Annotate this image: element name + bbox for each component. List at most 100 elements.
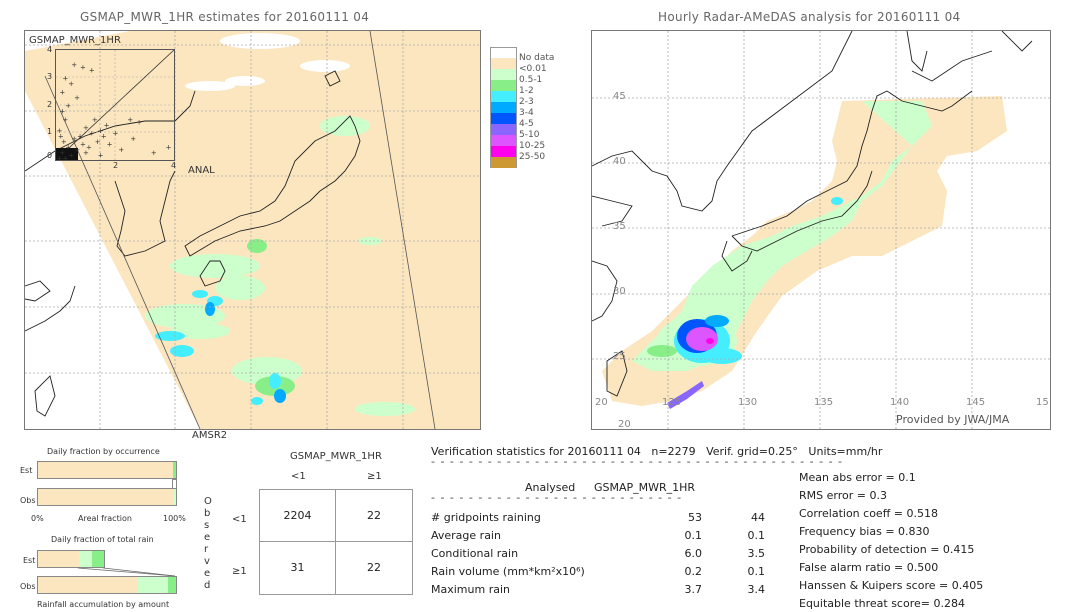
- scatter-ytick-2: 2: [47, 100, 53, 109]
- contingency-table: 2204 22 31 22: [259, 489, 413, 595]
- radar-map-canvas: [592, 31, 1050, 429]
- contingency-cell-hits-none: 2204: [260, 490, 336, 542]
- score-line: False alarm ratio = 0.500: [799, 561, 939, 574]
- contingency-col-lt1: <1: [291, 471, 306, 482]
- colorbar-swatch: [490, 146, 517, 157]
- stats-row-est: 3.5: [747, 547, 766, 560]
- scatter-point: +: [77, 132, 83, 140]
- scatter-point: +: [118, 146, 124, 154]
- scatter-point: +: [74, 94, 80, 102]
- contingency-cell-false-alarm: 22: [336, 490, 412, 542]
- data-credit: Provided by JWA/JMA: [896, 413, 1010, 426]
- lon-tick-125: 125: [662, 397, 682, 408]
- contingency-cell-hit: 22: [367, 561, 381, 574]
- scatter-point: +: [104, 121, 110, 129]
- scatter-xtick-4: 4: [171, 161, 177, 170]
- observed-axis-label: Observed: [204, 496, 212, 591]
- colorbar-swatch: [490, 80, 517, 91]
- scatter-point: +: [62, 116, 68, 124]
- occurrence-xtick-100: 100%: [163, 514, 186, 523]
- stats-row-label: Maximum rain: [431, 583, 510, 596]
- scatter-point: +: [98, 152, 104, 160]
- colorbar-label: 25-50: [519, 152, 546, 162]
- scatter-point: +: [92, 116, 98, 124]
- lon-tick-130: 130: [738, 397, 758, 408]
- stats-row-est: 0.1: [747, 565, 766, 578]
- lon-tick-140: 140: [890, 397, 910, 408]
- scatter-point: +: [65, 102, 71, 110]
- scatter-point: +: [89, 130, 95, 138]
- total-rain-xlabel: Rainfall accumulation by amount: [37, 600, 170, 609]
- scatter-point: +: [127, 116, 133, 124]
- scatter-plot: ++++++++++++++++++++++++ + +++++ + ++++++++ +: [56, 50, 174, 160]
- lon-tick-145: 145: [966, 397, 986, 408]
- scatter-point: +: [59, 88, 65, 96]
- total-rain-title: Daily fraction of total rain: [51, 535, 154, 544]
- scatter-point: +: [166, 143, 172, 151]
- colorbar-legend: No data <0.01 0.5-1 1-2 2-3 3-4 4-5 5-10 10-25 25…: [490, 47, 570, 177]
- colorbar-label: No data: [519, 53, 555, 63]
- scatter-point: +: [89, 66, 95, 74]
- colorbar-label: <0.01: [519, 64, 547, 74]
- scatter-xlabel: ANAL: [188, 165, 215, 176]
- occurrence-obs-bar: [37, 488, 177, 506]
- score-line: Correlation coeff = 0.518: [799, 507, 938, 520]
- occurrence-obs-seg-light: [173, 489, 176, 505]
- scatter-point: +: [130, 135, 136, 143]
- colorbar-swatch: [490, 113, 517, 124]
- contingency-cell-miss: 31: [260, 542, 336, 594]
- occurrence-est-label: Est: [20, 466, 33, 475]
- colorbar-swatch: [490, 91, 517, 102]
- occurrence-xtick-0: 0%: [31, 514, 44, 523]
- colorbar-swatch: [490, 124, 517, 135]
- colorbar-label: 1-2: [519, 86, 534, 96]
- stats-row-label: Average rain: [431, 529, 501, 542]
- lat-tick-45: 45: [613, 91, 626, 102]
- scatter-point: +: [113, 130, 119, 138]
- right-map-title: Hourly Radar-AMeDAS analysis for 2016011…: [658, 10, 961, 24]
- occurrence-est-seg-light: [173, 462, 176, 478]
- score-line: RMS error = 0.3: [799, 489, 887, 502]
- colorbar-swatch: [490, 102, 517, 113]
- scatter-point: +: [83, 149, 89, 157]
- radar-rain-areas: [602, 96, 1007, 409]
- scatter-inset: + + + + + + + + + + + + + + + + + + + + + + + + + + + + + + + + + + + + + + + +: [55, 49, 175, 161]
- stats-row-est: 0.1: [747, 529, 766, 542]
- stats-row-analysed: 0.1: [684, 529, 703, 542]
- scatter-point: +: [136, 119, 142, 127]
- stats-row-analysed: 3.7: [684, 583, 703, 596]
- colorbar-swatch: [490, 135, 517, 146]
- occurrence-title: Daily fraction by occurrence: [47, 447, 160, 456]
- contingency-row-lt1: <1: [232, 514, 247, 525]
- colorbar-swatch: [490, 69, 517, 80]
- stats-row-est: 3.4: [747, 583, 766, 596]
- score-line: Equitable threat score= 0.284: [799, 597, 965, 610]
- occurrence-est-bar: [37, 461, 177, 479]
- stats-row-label: Conditional rain: [431, 547, 519, 560]
- total-rain-connector: [78, 567, 176, 577]
- scatter-point: +: [101, 132, 107, 140]
- score-line: Frequency bias = 0.830: [799, 525, 930, 538]
- scatter-ytick-4: 4: [47, 45, 53, 54]
- stats-row-est: 44: [751, 511, 765, 524]
- colorbar-label: 2-3: [519, 97, 534, 107]
- scatter-ytick-3: 3: [47, 72, 53, 81]
- occurrence-obs-label: Obs: [20, 496, 36, 505]
- lon-tick-20: 20: [595, 397, 608, 408]
- lon-tick-150: 15: [1036, 397, 1049, 408]
- lat-tick-25: 25: [613, 351, 626, 362]
- lat-tick-40: 40: [613, 156, 626, 167]
- scatter-point: +: [68, 80, 74, 88]
- radar-amedas-map: 45 40 35 30 25 20 20 125 130 135 140 145…: [591, 30, 1051, 430]
- colorbar-swatch: [490, 58, 517, 69]
- colorbar-label: 3-4: [519, 108, 534, 118]
- score-line: Probability of detection = 0.415: [799, 543, 975, 556]
- scatter-point: +: [151, 149, 157, 157]
- stats-row-analysed: 0.2: [684, 565, 703, 578]
- lat-tick-30: 30: [613, 286, 626, 297]
- colorbar-label: 0.5-1: [519, 75, 543, 85]
- stats-col-divider: - - - - - - - - - - - - - - - - - - - - …: [431, 491, 681, 504]
- scatter-point: +: [59, 108, 65, 116]
- stats-row-analysed: 6.0: [684, 547, 703, 560]
- scatter-ytick-1: 1: [47, 127, 53, 136]
